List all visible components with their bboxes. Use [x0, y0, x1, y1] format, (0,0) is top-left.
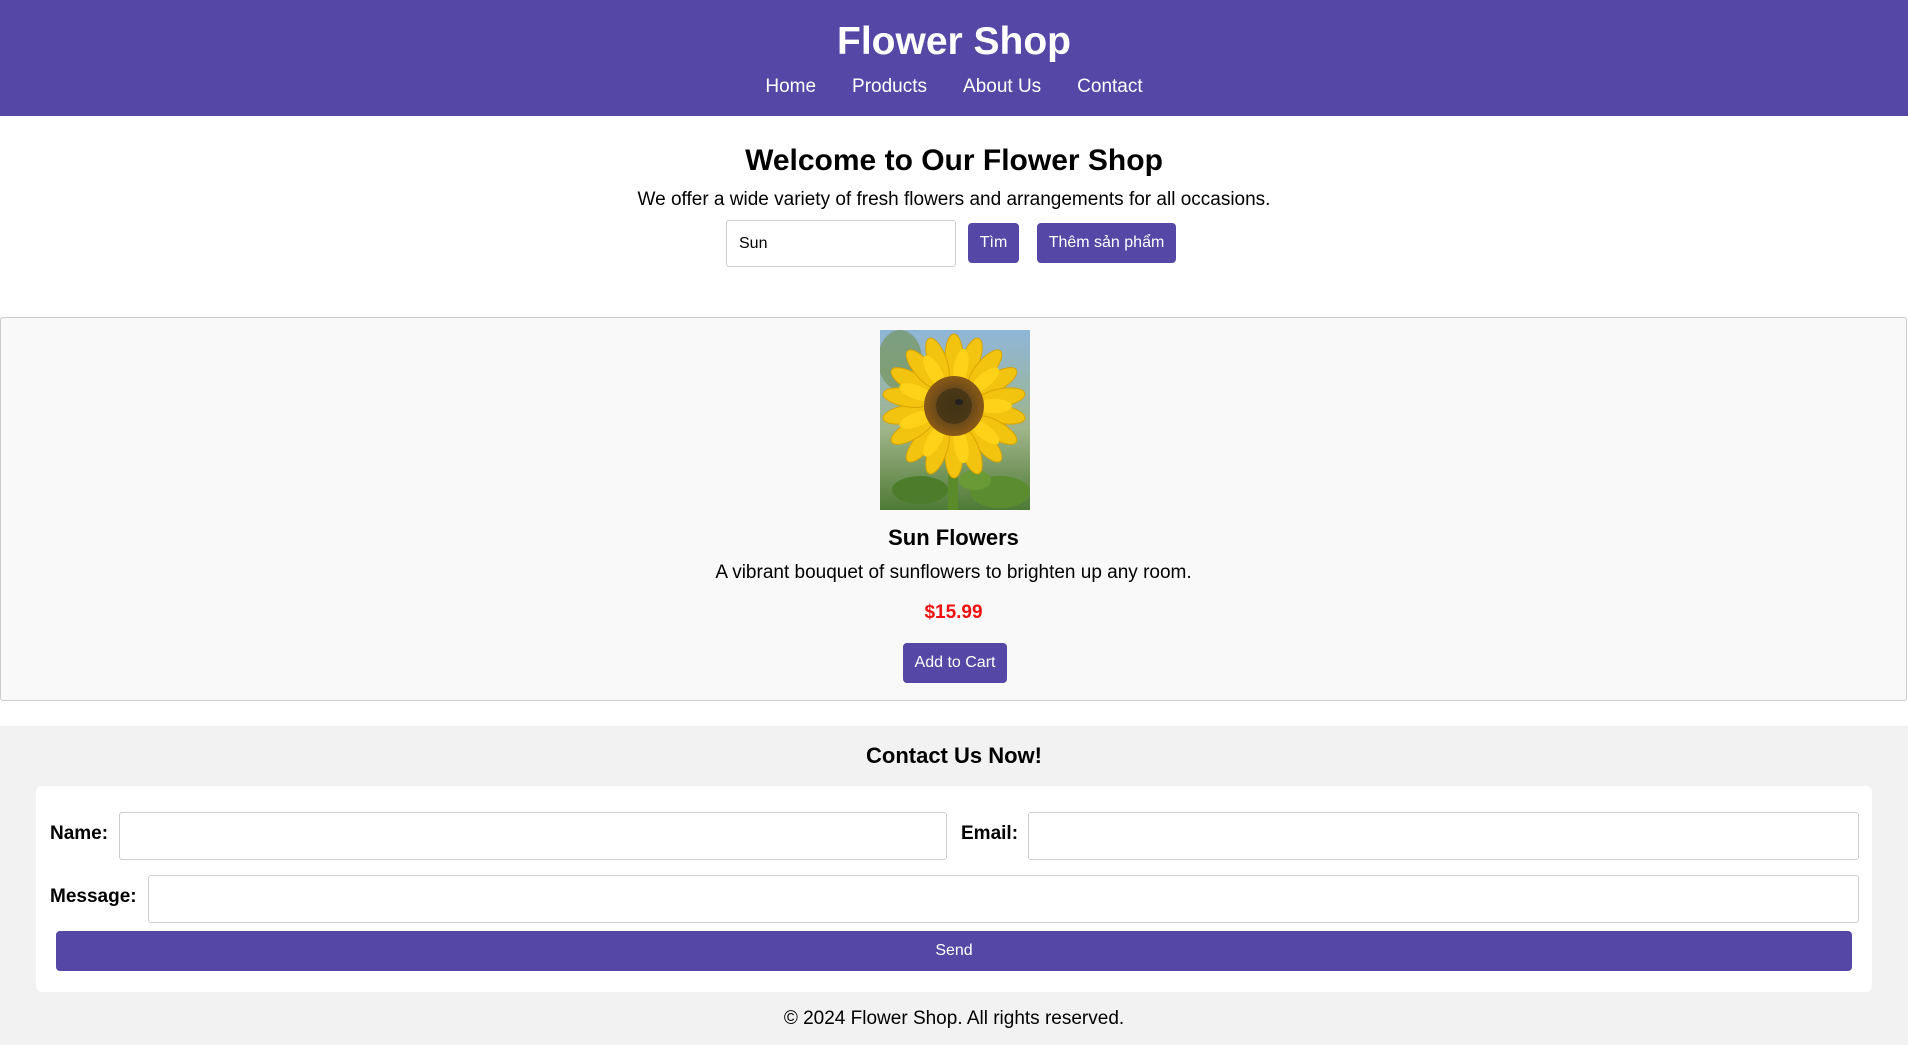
- intro-section: Welcome to Our Flower Shop We offer a wi…: [0, 116, 1908, 316]
- contact-heading: Contact Us Now!: [866, 743, 1042, 768]
- nav-about-link[interactable]: About Us: [963, 75, 1041, 99]
- add-to-cart-button[interactable]: Add to Cart: [903, 643, 1007, 683]
- nav-home-link[interactable]: Home: [765, 75, 816, 99]
- nav-contact-link[interactable]: Contact: [1077, 75, 1142, 99]
- nav-products-link[interactable]: Products: [852, 75, 927, 99]
- search-input[interactable]: [726, 220, 956, 267]
- contact-form: Name: Email: Message: Send: [36, 786, 1872, 992]
- name-field[interactable]: [119, 812, 947, 860]
- name-label: Name:: [50, 823, 109, 844]
- email-label: Email:: [961, 823, 1019, 844]
- add-product-button[interactable]: Thêm sản phẩm: [1037, 223, 1176, 263]
- search-button[interactable]: Tìm: [968, 223, 1019, 263]
- sunflower-image: [880, 330, 1030, 510]
- message-label: Message:: [50, 886, 137, 907]
- send-button[interactable]: Send: [56, 931, 1852, 971]
- site-header: Flower Shop Home Products About Us Conta…: [0, 0, 1908, 116]
- footer-copyright: © 2024 Flower Shop. All rights reserved.: [783, 1008, 1125, 1029]
- message-field[interactable]: [148, 875, 1859, 923]
- intro-text: We offer a wide variety of fresh flowers…: [637, 189, 1271, 210]
- product-name: Sun Flowers: [888, 525, 1019, 550]
- contact-section: Contact Us Now! Name: Email: Message: Se…: [0, 726, 1908, 1045]
- page-heading: Welcome to Our Flower Shop: [745, 144, 1163, 177]
- product-description: A vibrant bouquet of sunflowers to brigh…: [715, 562, 1192, 583]
- site-title: Flower Shop: [837, 20, 1071, 63]
- main-nav: Home Products About Us Contact: [0, 75, 1908, 99]
- product-card: Sun Flowers A vibrant bouquet of sunflow…: [0, 317, 1907, 701]
- email-field[interactable]: [1028, 812, 1859, 860]
- product-price: $15.99: [924, 602, 983, 623]
